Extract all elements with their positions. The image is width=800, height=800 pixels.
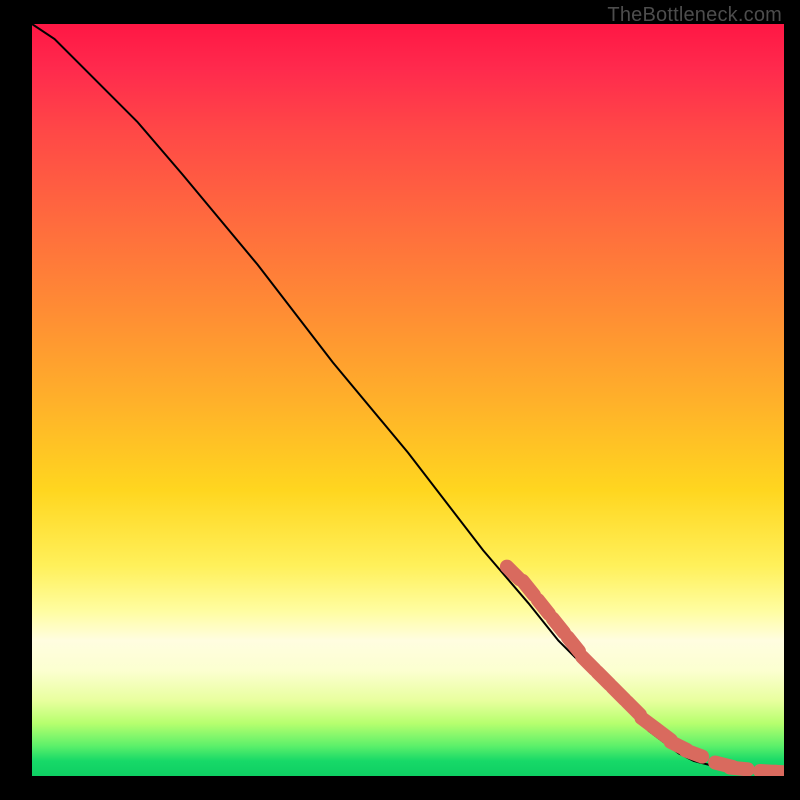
highlighted-points-group — [507, 567, 784, 773]
chart-frame: TheBottleneck.com — [0, 0, 800, 800]
chart-overlay-svg — [32, 24, 784, 776]
bottleneck-curve — [32, 24, 784, 772]
data-point — [730, 768, 748, 770]
data-point — [553, 619, 564, 633]
data-point — [775, 772, 784, 773]
data-point — [538, 600, 549, 614]
data-point — [568, 637, 579, 651]
data-point — [685, 750, 702, 756]
plot-gradient-area — [32, 24, 784, 776]
data-point — [523, 581, 534, 595]
